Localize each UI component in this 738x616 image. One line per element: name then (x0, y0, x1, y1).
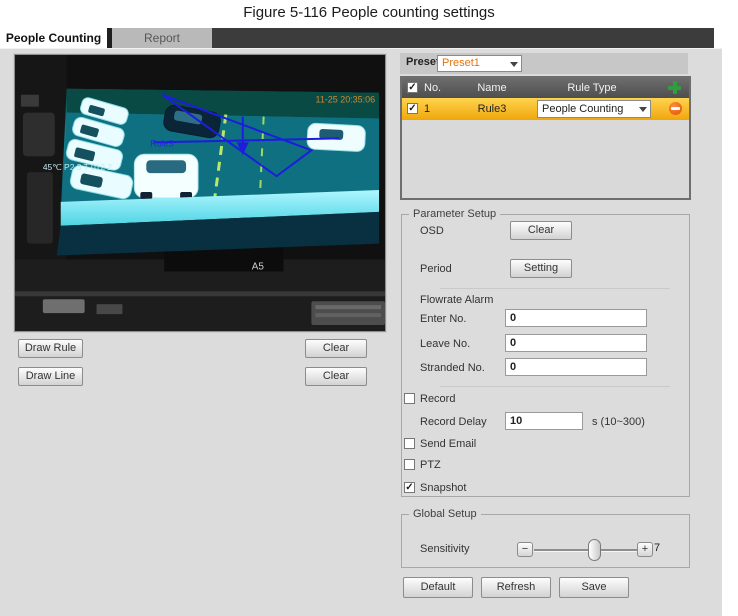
delete-rule-icon[interactable] (669, 102, 682, 115)
osd-clear-button[interactable]: Clear (510, 221, 572, 240)
record-label: Record (420, 393, 456, 405)
rule-table-header: No. Name Rule Type (402, 78, 689, 98)
draw-line-button[interactable]: Draw Line (18, 367, 83, 386)
default-button[interactable]: Default (403, 577, 473, 598)
save-button[interactable]: Save (559, 577, 629, 598)
tab-strip: People Counting Report (0, 28, 714, 48)
video-osd-left: 45℃ P2 3 T 012 2 (43, 162, 113, 172)
video-timestamp: 11-25 20:35:06 (316, 95, 376, 105)
chevron-down-icon (639, 107, 647, 112)
clear-rule-button[interactable]: Clear (305, 339, 367, 358)
osd-label: OSD (420, 225, 444, 237)
divider (440, 288, 670, 289)
leave-no-input[interactable] (505, 334, 647, 352)
record-delay-label: Record Delay (420, 416, 487, 428)
sensitivity-value: 7 (654, 542, 661, 554)
draw-rule-button[interactable]: Draw Rule (18, 339, 83, 358)
period-setting-button[interactable]: Setting (510, 259, 572, 278)
ptz-checkbox[interactable] (404, 459, 415, 470)
rule-row-no: 1 (424, 103, 431, 115)
rule-type-selected-value: People Counting (542, 103, 624, 115)
preset-label: Preset (406, 56, 440, 68)
rule-table: No. Name Rule Type 1 Rule3 People Counti… (400, 76, 691, 200)
video-rule-label: Rule3 (150, 138, 173, 148)
sensitivity-minus-button[interactable]: − (517, 542, 533, 557)
sensitivity-slider-track[interactable] (534, 549, 637, 552)
column-header-rule-type: Rule Type (567, 82, 617, 94)
send-email-checkbox[interactable] (404, 438, 415, 449)
traffic-scene-image: Rule3 11-25 20:35:06 45℃ P2 3 T 012 2 A5 (15, 55, 385, 331)
select-all-checkbox[interactable] (407, 82, 418, 93)
send-email-label: Send Email (420, 438, 477, 450)
sensitivity-plus-button[interactable]: + (637, 542, 653, 557)
rule-row-checkbox[interactable] (407, 103, 418, 114)
rule-type-select[interactable]: People Counting (537, 100, 651, 118)
clear-line-button[interactable]: Clear (305, 367, 367, 386)
stranded-no-label: Stranded No. (420, 362, 485, 374)
preset-select[interactable]: Preset1 (437, 55, 522, 72)
sensitivity-label: Sensitivity (420, 543, 470, 555)
parameter-setup-group: Parameter Setup (401, 208, 690, 497)
rule-row-name: Rule3 (477, 103, 507, 115)
chevron-down-icon (510, 61, 518, 67)
figure-caption: Figure 5-116 People counting settings (243, 4, 495, 21)
ptz-label: PTZ (420, 459, 441, 471)
snapshot-checkbox[interactable] (404, 482, 415, 493)
video-marking: A5 (252, 261, 265, 272)
people-counting-settings-page: Figure 5-116 People counting settings Pe… (0, 0, 738, 616)
add-rule-icon[interactable] (668, 81, 681, 94)
record-delay-suffix: s (10~300) (592, 416, 645, 428)
divider (440, 386, 670, 387)
stranded-no-input[interactable] (505, 358, 647, 376)
sensitivity-slider-thumb[interactable] (588, 539, 601, 561)
record-delay-input[interactable] (505, 412, 583, 430)
tab-report[interactable]: Report (112, 28, 212, 48)
live-video-preview[interactable]: Rule3 11-25 20:35:06 45℃ P2 3 T 012 2 A5 (14, 54, 386, 332)
period-label: Period (420, 263, 452, 275)
tab-people-counting[interactable]: People Counting (0, 28, 107, 48)
enter-no-input[interactable] (505, 309, 647, 327)
record-checkbox[interactable] (404, 393, 415, 404)
enter-no-label: Enter No. (420, 313, 467, 325)
leave-no-label: Leave No. (420, 338, 471, 350)
global-setup-group: Global Setup (401, 508, 690, 568)
column-header-no: No. (424, 82, 442, 94)
column-header-name: Name (477, 82, 507, 94)
snapshot-label: Snapshot (420, 482, 467, 494)
global-setup-legend: Global Setup (409, 508, 481, 520)
parameter-setup-legend: Parameter Setup (409, 208, 501, 220)
preset-selected-value: Preset1 (442, 57, 480, 69)
table-row[interactable]: 1 Rule3 People Counting (402, 98, 689, 120)
preset-bar: Preset Preset1 (400, 53, 688, 74)
flowrate-alarm-label: Flowrate Alarm (420, 294, 494, 306)
refresh-button[interactable]: Refresh (481, 577, 551, 598)
